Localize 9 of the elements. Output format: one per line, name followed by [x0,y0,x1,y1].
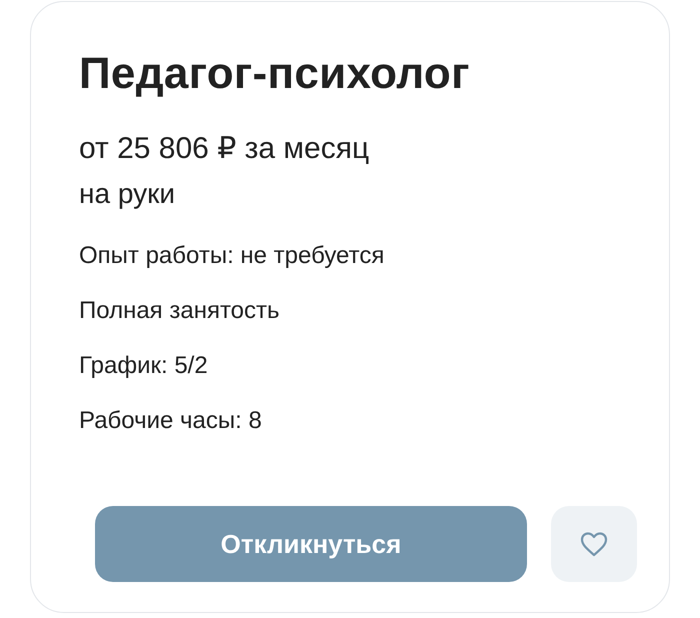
salary-note: на руки [79,176,176,210]
vacancy-detail: Рабочие часы: 8 [79,406,263,436]
favorite-button[interactable] [551,506,637,582]
salary: от 25 806 ₽ за месяц [79,130,370,167]
vacancy-detail: График: 5/2 [79,351,209,382]
vacancy-detail: Полная занятость [79,296,281,326]
apply-button[interactable]: Откликнуться [95,506,527,582]
vacancy-title: Педагог-психолог [79,48,471,100]
vacancy-detail: Опыт работы: не требуется [79,241,386,272]
